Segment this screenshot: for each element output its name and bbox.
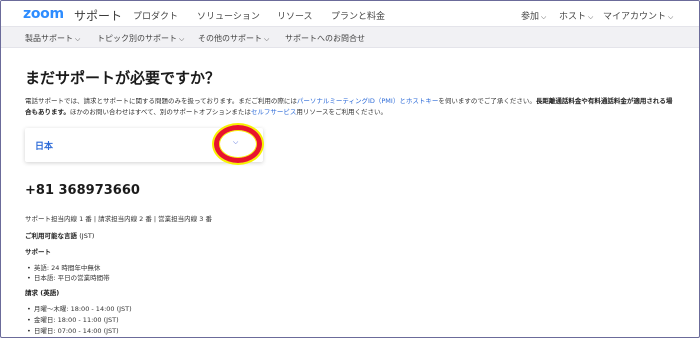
support-heading: サポート — [25, 248, 51, 256]
languages-heading: ご利用可能な言語 (JST) — [25, 232, 95, 240]
pmi-host-key-link[interactable]: パーソナルミーティングID（PMI）とホストキー — [297, 97, 438, 105]
zoom-logo[interactable]: zoom — [23, 6, 64, 22]
subnav-topic-support[interactable]: トピック別のサポート ⌵ — [97, 33, 184, 44]
list-item: 英語: 24 時間年中無休 — [27, 262, 101, 272]
nav-join[interactable]: 参加 ⌵ — [521, 9, 546, 22]
chevron-down-icon: ⌵ — [668, 13, 674, 21]
top-header: zoom サポート プロダクト ソリューション リソース プランと料金 参加 ⌵ … — [1, 1, 699, 26]
nav-my-account[interactable]: マイアカウント ⌵ — [603, 9, 673, 22]
list-item: 金曜日: 18:00 - 11:00 (JST) — [27, 314, 119, 324]
subnav-product-support[interactable]: 製品サポート ⌵ — [25, 33, 80, 44]
chevron-down-icon[interactable]: ⌵ — [233, 138, 238, 147]
support-subnav: 製品サポート ⌵ トピック別のサポート ⌵ その他のサポート ⌵ サポートへのお問合せ — [1, 26, 699, 48]
country-select-value: 日本 — [35, 142, 54, 152]
list-item: 月曜～木曜: 18:00 - 14:00 (JST) — [27, 303, 132, 313]
page-frame: zoom サポート プロダクト ソリューション リソース プランと料金 参加 ⌵ … — [0, 0, 700, 338]
intro-paragraph: 電話サポートでは、請求とサポートに関する問題のみを扱っております。まだご利用の際… — [25, 97, 673, 116]
nav-pricing[interactable]: プランと料金 — [331, 9, 385, 22]
subnav-other-support[interactable]: その他のサポート ⌵ — [198, 33, 269, 44]
nav-resources[interactable]: リソース — [277, 9, 313, 22]
nav-host[interactable]: ホスト ⌵ — [559, 9, 593, 22]
nav-solutions[interactable]: ソリューション — [197, 9, 260, 22]
subnav-contact-support[interactable]: サポートへのお問合せ — [285, 33, 365, 44]
list-item: 日曜日: 07:00 - 14:00 (JST) — [27, 325, 119, 335]
chevron-down-icon: ⌵ — [541, 13, 547, 21]
chevron-down-icon: ⌵ — [179, 35, 185, 43]
self-service-link[interactable]: セルフサービス — [251, 108, 297, 116]
chevron-down-icon: ⌵ — [264, 35, 270, 43]
extension-info: サポート担当内線 1 番 | 請求担当内線 2 番 | 営業担当内線 3 番 — [25, 215, 212, 223]
support-title[interactable]: サポート — [74, 7, 122, 24]
nav-products[interactable]: プロダクト — [133, 9, 178, 22]
billing-heading: 請求 (英語) — [25, 289, 60, 297]
list-item: 日本語: 平日の営業時間帯 — [27, 272, 110, 282]
chevron-down-icon: ⌵ — [588, 13, 594, 21]
page-title: まだサポートが必要ですか？ — [25, 69, 221, 87]
chevron-down-icon: ⌵ — [75, 35, 81, 43]
support-phone-number: +81 368973660 — [25, 183, 140, 198]
